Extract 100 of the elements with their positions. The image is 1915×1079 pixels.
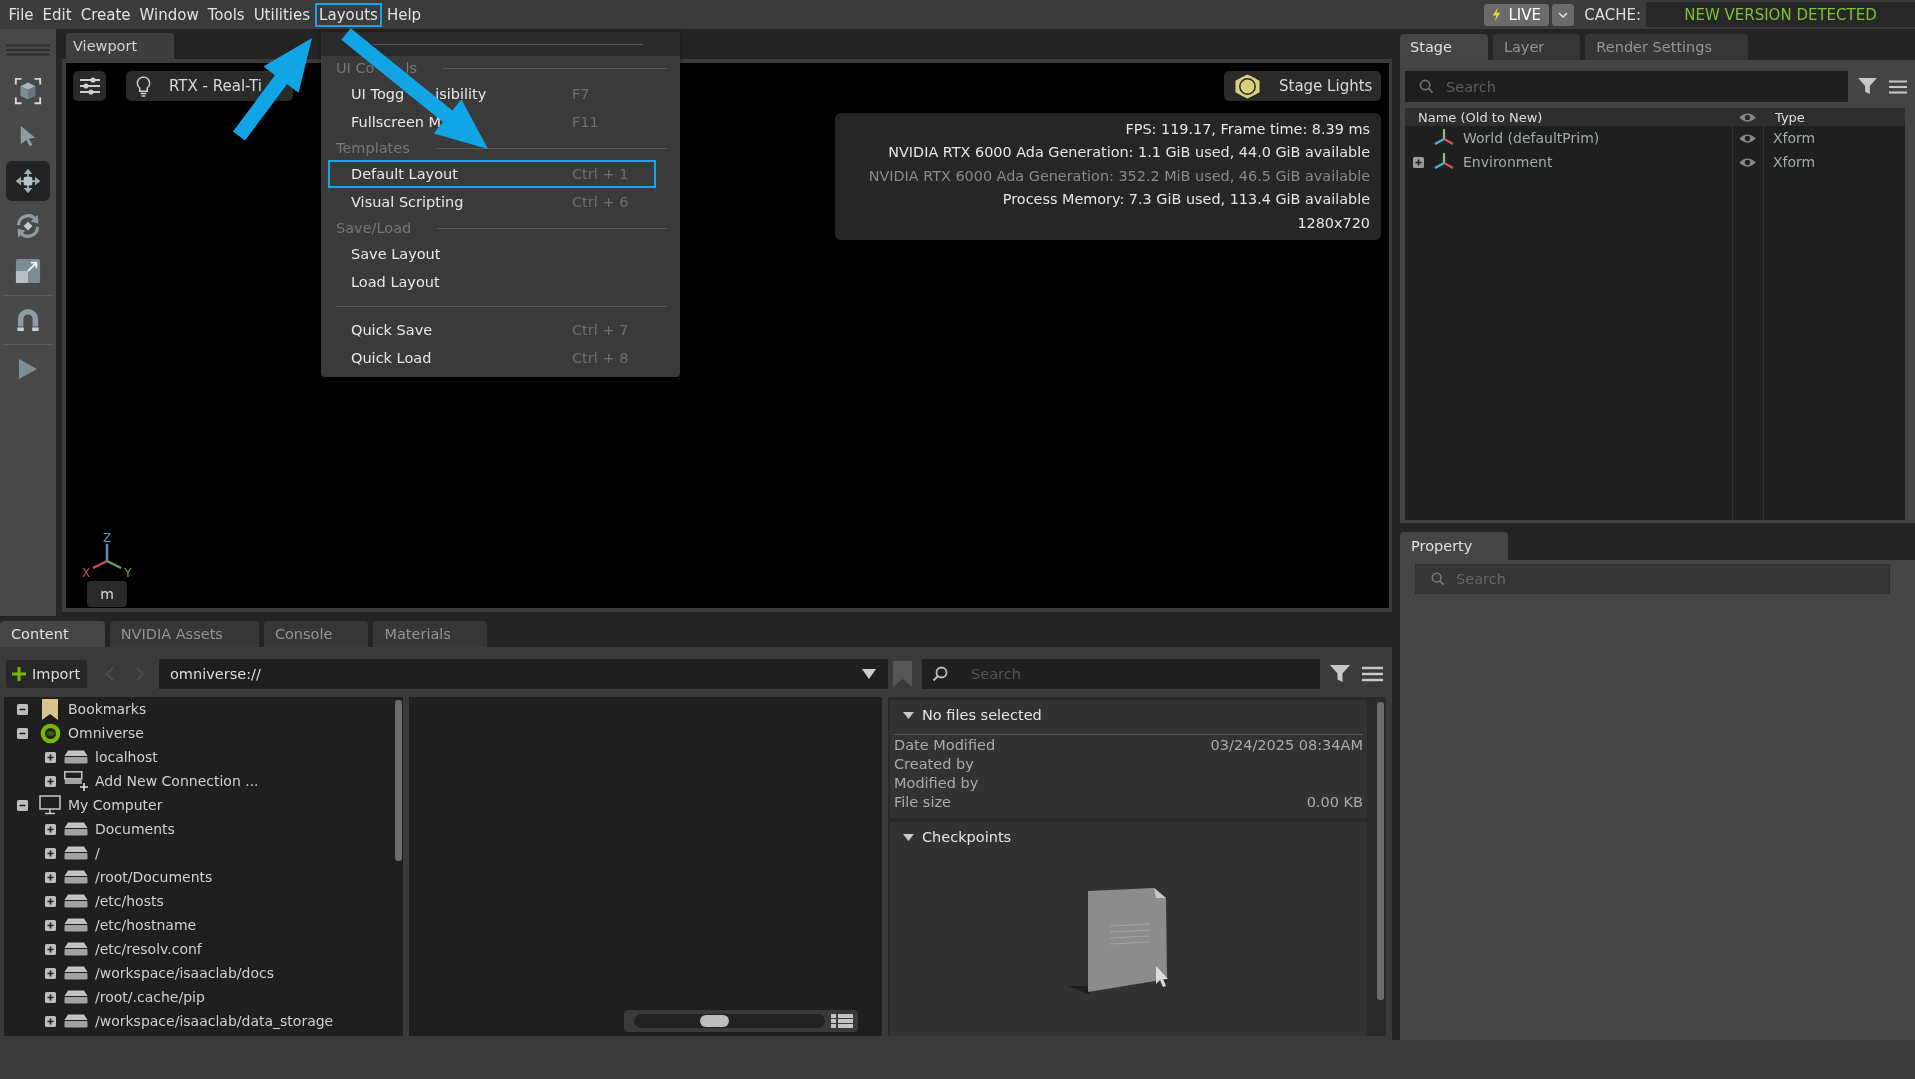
stats-line: 1280x720	[1296, 213, 1370, 233]
collapse-icon[interactable]	[17, 703, 28, 715]
menu-item[interactable]: Utilities	[249, 2, 315, 27]
panel-tab[interactable]: Materials	[373, 621, 487, 647]
tool-button[interactable]	[6, 160, 50, 201]
settings-button[interactable]	[73, 71, 106, 101]
menu-item[interactable]: Create	[76, 2, 135, 27]
tree-item-label[interactable]: /	[95, 845, 100, 861]
eye-icon[interactable]	[1738, 132, 1757, 144]
menu-item[interactable]: Edit	[38, 2, 77, 27]
axis-gizmo-icon	[92, 544, 122, 570]
menu-item[interactable]: Tools	[203, 2, 250, 27]
prim-name[interactable]: World (defaultPrim)	[1463, 130, 1600, 146]
import-button[interactable]: Import	[6, 660, 87, 688]
menu-item[interactable]: Save Layout	[328, 240, 656, 268]
lightbulb-icon	[136, 75, 151, 97]
cube-frame-icon	[13, 75, 43, 106]
panel-tab[interactable]: NVIDIA Assets	[109, 621, 259, 647]
tree-item-label[interactable]: My Computer	[68, 797, 163, 813]
tree-item-label[interactable]: localhost	[95, 749, 158, 765]
tree-item-label[interactable]: /etc/resolv.conf	[95, 941, 202, 957]
scrollbar[interactable]	[395, 700, 402, 861]
column-header[interactable]: Name (Old to New)	[1405, 109, 1732, 125]
tree-item-label[interactable]: /root/.cache/pip	[95, 989, 205, 1005]
panel-tab[interactable]: Console	[263, 621, 369, 647]
tree-item-label[interactable]: /etc/hostname	[95, 917, 197, 933]
drive-plus-icon	[64, 771, 88, 791]
section-title: Checkpoints	[922, 829, 1012, 845]
panel-tab[interactable]: Property	[1400, 532, 1509, 560]
search-icon	[932, 666, 948, 682]
filter-icon[interactable]	[1330, 665, 1350, 683]
menu-icon[interactable]	[1889, 79, 1907, 94]
stats-line: NVIDIA RTX 6000 Ada Generation: 1.1 GiB used, 44.0 GiB available	[887, 143, 1370, 163]
eye-icon[interactable]	[1738, 111, 1757, 123]
panel-tab[interactable]: Content	[0, 621, 105, 647]
tree-item-label[interactable]: Omniverse	[68, 725, 144, 741]
menu-item[interactable]: Help	[382, 2, 426, 27]
expand-icon[interactable]	[1413, 156, 1424, 168]
search-field[interactable]: Search	[1405, 71, 1848, 102]
expand-icon[interactable]	[45, 1015, 56, 1027]
drive-icon	[64, 942, 88, 956]
menu-item[interactable]: File	[4, 2, 39, 27]
menu-item[interactable]: Layouts	[314, 2, 383, 27]
tear-off-bar[interactable]	[321, 32, 680, 56]
filter-icon[interactable]	[1858, 78, 1877, 95]
collapse-icon[interactable]	[17, 727, 28, 739]
menu-item[interactable]: Window	[135, 2, 204, 27]
drive-icon	[64, 990, 88, 1004]
pointer-icon	[19, 124, 37, 147]
tree-item-label[interactable]: /workspace/isaaclab/docs	[95, 965, 274, 981]
tree-item-label[interactable]: /root/Documents	[95, 869, 213, 885]
expand-icon[interactable]	[45, 967, 56, 979]
slider-track[interactable]	[634, 1014, 825, 1028]
caret-down-icon[interactable]	[903, 833, 914, 841]
move-icon	[14, 166, 42, 195]
drive-icon	[64, 1014, 88, 1028]
tree-item-label[interactable]: /etc/hosts	[95, 893, 164, 909]
menu-item[interactable]: Load Layout	[328, 268, 656, 296]
expand-icon[interactable]	[45, 991, 56, 1003]
expand-icon[interactable]	[45, 919, 56, 931]
expand-icon[interactable]	[45, 751, 56, 763]
menu-icon[interactable]	[1362, 666, 1383, 682]
prim-name[interactable]: Environment	[1463, 154, 1553, 170]
field-label: File size	[894, 793, 951, 810]
grid-view-icon[interactable]	[831, 1013, 853, 1029]
tree-item-label[interactable]: Bookmarks	[68, 701, 147, 717]
path-field[interactable]: omniverse://	[159, 659, 888, 689]
field-label: Date Modified	[894, 736, 996, 753]
expand-icon[interactable]	[45, 871, 56, 883]
ring-icon	[39, 722, 61, 744]
caret-down-icon[interactable]	[862, 669, 876, 679]
section-title: No files selected	[922, 707, 1042, 723]
caret-down-icon[interactable]	[903, 711, 914, 719]
viewport-tab[interactable]: Viewport	[66, 33, 175, 59]
live-button[interactable]: LIVE	[1484, 3, 1550, 26]
drive-icon	[64, 894, 88, 908]
tree-item-label[interactable]: Documents	[95, 821, 175, 837]
expand-icon[interactable]	[45, 823, 56, 835]
panel-tab[interactable]: Layer	[1492, 34, 1581, 60]
eye-icon[interactable]	[1738, 156, 1757, 168]
grip-icon[interactable]	[6, 44, 50, 56]
collapse-icon[interactable]	[17, 799, 28, 811]
slider-thumb[interactable]	[700, 1015, 730, 1027]
panel-tab[interactable]: Render Settings	[1585, 34, 1749, 60]
drive-icon	[64, 846, 88, 860]
scrollbar[interactable]	[1377, 702, 1384, 1000]
tree-item-label[interactable]: Add New Connection ...	[95, 773, 259, 789]
units-button[interactable]: m	[87, 581, 127, 607]
dropdown-button[interactable]	[1552, 3, 1575, 26]
expand-icon[interactable]	[45, 775, 56, 787]
expand-icon[interactable]	[45, 943, 56, 955]
expand-icon[interactable]	[45, 847, 56, 859]
panel-tab[interactable]: Stage	[1400, 34, 1488, 60]
tree-item-label[interactable]: /workspace/isaaclab/data_storage	[95, 1013, 334, 1029]
cache-status: NEW VERSION DETECTED	[1646, 2, 1915, 27]
stage-lights-button[interactable]: Stage Lights	[1224, 71, 1381, 101]
field-value: 0.00 KB	[1306, 793, 1363, 810]
column-header[interactable]: Type	[1763, 109, 1905, 125]
menu-section-title: ls	[405, 60, 418, 76]
expand-icon[interactable]	[45, 895, 56, 907]
